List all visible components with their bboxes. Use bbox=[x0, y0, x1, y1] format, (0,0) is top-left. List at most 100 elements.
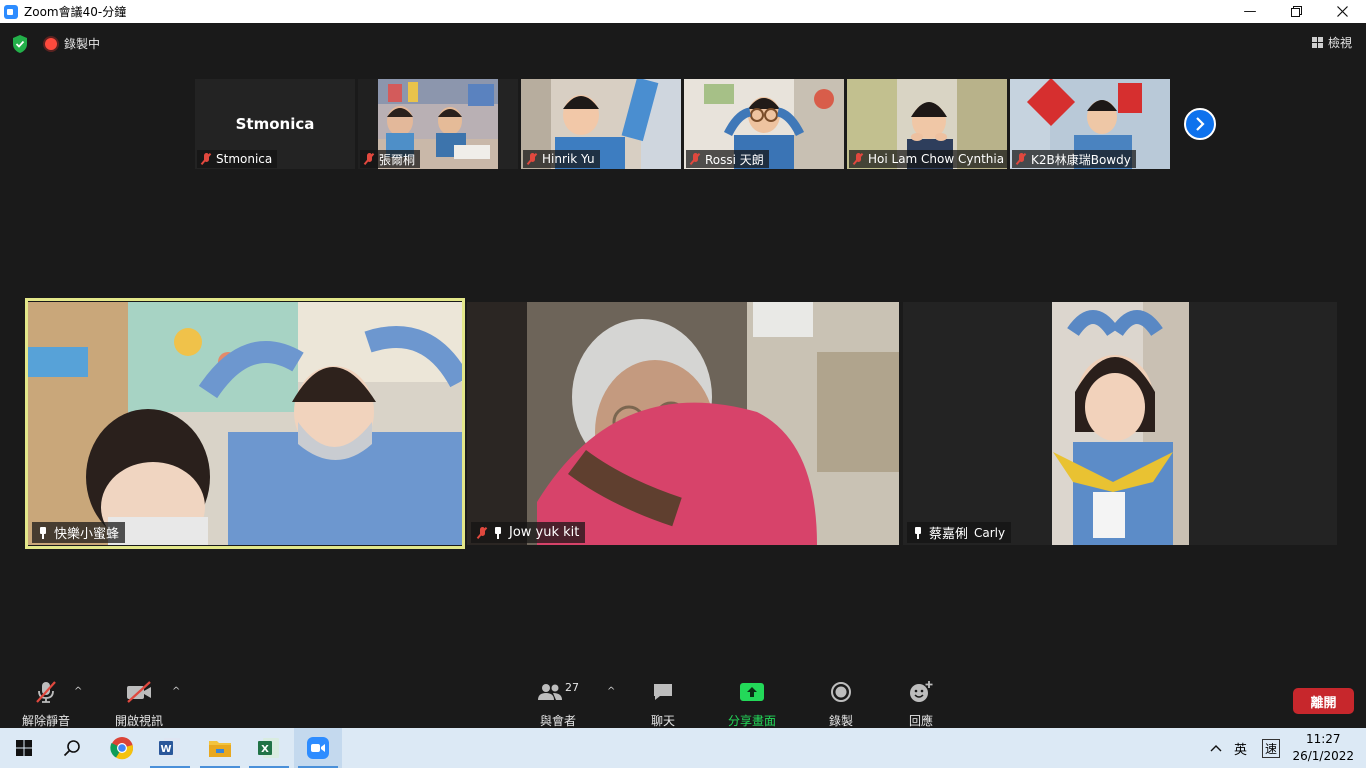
close-button[interactable] bbox=[1319, 0, 1365, 23]
thumbnail-participant-3[interactable]: Hinrik Yu bbox=[521, 79, 681, 169]
thumbnail-display-name: Stmonica bbox=[235, 115, 315, 133]
video-tile-participant[interactable]: Jow yuk kit bbox=[467, 302, 899, 545]
taskbar-clock[interactable]: 11:27 26/1/2022 bbox=[1292, 731, 1354, 765]
taskbar-zoom[interactable] bbox=[294, 728, 342, 768]
participant-name: Rossi 天朗 bbox=[705, 152, 764, 167]
chrome-icon bbox=[110, 737, 134, 760]
meeting-toolbar: 解除靜音 ^ 開啟視訊 ^ 27 與會者 ^ 聊天 分享畫面 錄製 回應 離開 bbox=[0, 670, 1366, 728]
tile-name-tag: Jow yuk kit bbox=[471, 522, 586, 543]
window-titlebar: Zoom會議40-分鐘 — bbox=[0, 0, 1366, 23]
thumbnail-name-tag: Hoi Lam Chow Cynthia bbox=[849, 150, 1007, 168]
participant-name: 張爾桐 bbox=[379, 152, 416, 167]
security-shield-icon[interactable] bbox=[12, 35, 28, 53]
thumbnail-participant-4[interactable]: Rossi 天朗 bbox=[684, 79, 844, 169]
reactions-label: 回應 bbox=[908, 714, 933, 728]
record-icon bbox=[831, 682, 851, 702]
participant-name: Hinrik Yu bbox=[542, 152, 595, 166]
chat-icon bbox=[654, 684, 672, 700]
chat-button[interactable]: 聊天 bbox=[645, 680, 681, 729]
ime-mode[interactable]: 速 bbox=[1262, 728, 1281, 768]
view-button[interactable]: 檢視 bbox=[1311, 34, 1352, 51]
tile-name-tag: 蔡嘉俐 Carly bbox=[907, 522, 1012, 543]
word-icon: W bbox=[159, 738, 180, 758]
clock-time: 11:27 bbox=[1305, 732, 1341, 746]
minimize-button[interactable]: — bbox=[1227, 0, 1273, 23]
participants-button[interactable]: 27 與會者 bbox=[535, 680, 581, 729]
folder-icon bbox=[209, 741, 231, 757]
thumbnail-name-tag: 張爾桐 bbox=[360, 150, 421, 168]
video-options-caret[interactable]: ^ bbox=[172, 686, 180, 697]
chat-label: 聊天 bbox=[650, 714, 675, 728]
participant-name: 蔡嘉俐 bbox=[929, 527, 969, 542]
participant-video-feed bbox=[903, 302, 1337, 545]
mic-muted-icon bbox=[477, 526, 487, 539]
thumbnail-name-tag: Rossi 天朗 bbox=[686, 150, 769, 168]
svg-text:W: W bbox=[160, 744, 171, 755]
pin-icon bbox=[913, 526, 923, 539]
mic-muted-icon bbox=[36, 681, 56, 703]
zoom-app-icon bbox=[4, 4, 18, 19]
close-icon bbox=[1336, 6, 1348, 17]
start-video-button[interactable]: 開啟視訊 bbox=[110, 680, 168, 729]
chevron-up-icon bbox=[1210, 745, 1222, 752]
recording-label: 錄製中 bbox=[64, 37, 101, 51]
search-button[interactable] bbox=[48, 728, 96, 768]
share-screen-icon bbox=[740, 683, 764, 701]
ime-mode-label: 速 bbox=[1262, 738, 1281, 758]
participants-count: 27 bbox=[565, 680, 579, 694]
share-screen-label: 分享畫面 bbox=[727, 714, 776, 728]
taskbar-word[interactable]: W bbox=[146, 728, 194, 768]
restore-button[interactable] bbox=[1273, 0, 1319, 23]
window-title: Zoom會議40-分鐘 bbox=[24, 5, 127, 19]
video-tile-participant[interactable]: 蔡嘉俐 Carly bbox=[903, 302, 1337, 545]
reactions-icon bbox=[910, 681, 933, 702]
meeting-topbar: 錄製中 檢視 bbox=[0, 23, 1366, 63]
recording-indicator-icon bbox=[45, 38, 57, 50]
leave-button[interactable]: 離開 bbox=[1293, 688, 1354, 714]
start-button[interactable] bbox=[0, 728, 48, 768]
participant-name: Stmonica bbox=[216, 152, 273, 166]
participant-video-feed bbox=[467, 302, 899, 545]
reactions-button[interactable]: 回應 bbox=[903, 680, 939, 729]
participant-name: Jow yuk kit bbox=[509, 525, 580, 540]
participant-name-suffix: Carly bbox=[974, 525, 1006, 540]
thumbnail-participant-6[interactable]: K2B林康瑞Bowdy bbox=[1010, 79, 1170, 169]
unmute-button[interactable]: 解除靜音 bbox=[18, 680, 74, 729]
mic-muted-icon bbox=[364, 153, 374, 165]
windows-logo-icon bbox=[16, 740, 32, 756]
thumbnail-stmonica[interactable]: Stmonica Stmonica bbox=[195, 79, 355, 169]
svg-text:X: X bbox=[261, 744, 269, 755]
grid-view-icon bbox=[1311, 37, 1323, 48]
thumbnail-participant-2[interactable]: 張爾桐 bbox=[358, 79, 518, 169]
share-screen-button[interactable]: 分享畫面 bbox=[724, 680, 780, 729]
participant-name: K2B林康瑞Bowdy bbox=[1031, 152, 1131, 167]
view-label: 檢視 bbox=[1327, 36, 1352, 50]
chevron-right-icon bbox=[1196, 117, 1205, 131]
video-off-icon bbox=[127, 681, 151, 703]
mic-muted-icon bbox=[690, 153, 700, 165]
start-video-label: 開啟視訊 bbox=[114, 714, 163, 728]
thumbnail-participant-5[interactable]: Hoi Lam Chow Cynthia bbox=[847, 79, 1007, 169]
participants-label: 與會者 bbox=[539, 714, 576, 728]
tray-overflow-button[interactable] bbox=[1210, 728, 1222, 768]
participants-options-caret[interactable]: ^ bbox=[607, 686, 615, 697]
taskbar-excel[interactable]: X bbox=[245, 728, 293, 768]
mic-muted-icon bbox=[1016, 153, 1026, 165]
record-button[interactable]: 錄製 bbox=[823, 680, 859, 729]
zoom-icon bbox=[307, 737, 329, 759]
next-page-button[interactable] bbox=[1184, 108, 1216, 140]
mic-muted-icon bbox=[527, 153, 537, 165]
ime-language[interactable]: 英 bbox=[1234, 728, 1247, 768]
mic-muted-icon bbox=[853, 153, 863, 165]
search-icon bbox=[63, 740, 80, 757]
taskbar-file-explorer[interactable] bbox=[196, 728, 244, 768]
thumbnail-name-tag: Hinrik Yu bbox=[523, 150, 600, 168]
excel-icon: X bbox=[258, 738, 279, 758]
participants-icon bbox=[538, 684, 562, 700]
taskbar-chrome[interactable] bbox=[98, 728, 146, 768]
audio-options-caret[interactable]: ^ bbox=[74, 686, 82, 697]
restore-icon bbox=[1290, 6, 1302, 17]
clock-date: 26/1/2022 bbox=[1292, 749, 1354, 763]
pin-icon bbox=[493, 526, 503, 539]
thumbnail-name-tag: Stmonica bbox=[197, 150, 278, 168]
